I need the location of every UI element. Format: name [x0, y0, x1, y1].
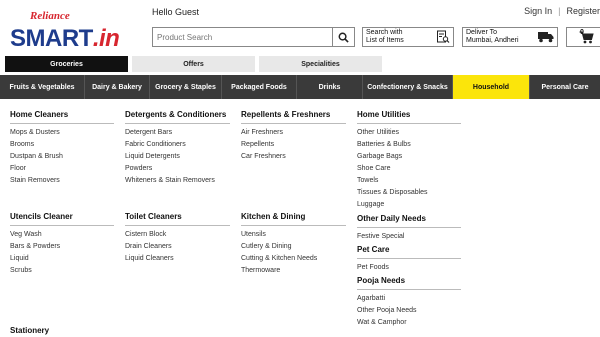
menu-item[interactable]: Towels — [357, 175, 461, 187]
menu-item[interactable]: Wat & Camphor — [357, 317, 461, 329]
menu-column-1: Home Cleaners Mops & Dusters Brooms Dust… — [10, 110, 114, 337]
menu-group-title[interactable]: Kitchen & Dining — [241, 212, 346, 226]
menu-item[interactable]: Luggage — [357, 199, 461, 211]
menu-group-title[interactable]: Detergents & Conditioners — [125, 110, 230, 124]
menu-group: Pooja Needs Agarbatti Other Pooja Needs … — [357, 276, 461, 329]
menu-item[interactable]: Dustpan & Brush — [10, 151, 114, 163]
tab-groceries[interactable]: Groceries — [5, 56, 128, 72]
menu-item[interactable]: Batteries & Bulbs — [357, 139, 461, 151]
menu-item[interactable]: Agarbatti — [357, 293, 461, 305]
reliance-smart-logo[interactable]: Reliance SMART.in — [10, 10, 125, 55]
menu-group: Repellents & Freshners Air Freshners Rep… — [241, 110, 346, 212]
register-link[interactable]: Register — [566, 6, 600, 16]
menu-column-2: Detergents & Conditioners Detergent Bars… — [125, 110, 230, 265]
search-button[interactable] — [332, 28, 354, 46]
menu-group-title[interactable]: Home Cleaners — [10, 110, 114, 124]
menu-group-title[interactable]: Utencils Cleaner — [10, 212, 114, 226]
menu-group: Detergents & Conditioners Detergent Bars… — [125, 110, 230, 212]
top-tabs: Groceries Offers Specialities — [5, 56, 382, 72]
sign-in-link[interactable]: Sign In — [524, 6, 552, 16]
link-separator: | — [558, 6, 561, 16]
delivery-location-button[interactable]: Deliver To Mumbai, Andheri — [462, 27, 558, 47]
menu-item[interactable]: Tissues & Disposables — [357, 187, 461, 199]
category-bar: Fruits & Vegetables Dairy & Bakery Groce… — [0, 75, 600, 99]
menu-item[interactable]: Mops & Dusters — [10, 127, 114, 139]
menu-group: Kitchen & Dining Utensils Cutlery & Dini… — [241, 212, 346, 277]
delivery-location-label: Deliver To Mumbai, Andheri — [466, 29, 519, 44]
category-personal-care[interactable]: Personal Care — [530, 75, 600, 99]
menu-group: Stationery — [10, 326, 114, 337]
menu-group-title[interactable]: Other Daily Needs — [357, 214, 461, 228]
greeting-text: Hello Guest — [152, 7, 200, 17]
menu-item[interactable]: Fabric Conditioners — [125, 139, 230, 151]
menu-group: Other Daily Needs Festive Special — [357, 214, 461, 243]
menu-item[interactable]: Festive Special — [357, 231, 461, 243]
menu-item[interactable]: Repellents — [241, 139, 346, 151]
menu-group: Toilet Cleaners Cistern Block Drain Clea… — [125, 212, 230, 265]
menu-item[interactable]: Garbage Bags — [357, 151, 461, 163]
delivery-truck-icon — [538, 32, 554, 43]
menu-item[interactable]: Bars & Powders — [10, 241, 114, 253]
category-household[interactable]: Household — [453, 75, 530, 99]
menu-item[interactable]: Other Utilities — [357, 127, 461, 139]
menu-item[interactable]: Other Pooja Needs — [357, 305, 461, 317]
logo-smart-text: SMART.in — [10, 25, 120, 52]
tab-specialities[interactable]: Specialities — [259, 56, 382, 72]
category-fruits-vegetables[interactable]: Fruits & Vegetables — [0, 75, 85, 99]
menu-column-4: Home Utilities Other Utilities Batteries… — [357, 110, 461, 329]
menu-item[interactable]: Utensils — [241, 229, 346, 241]
menu-item[interactable]: Liquid Cleaners — [125, 253, 230, 265]
household-mega-menu: Home Cleaners Mops & Dusters Brooms Dust… — [0, 100, 600, 337]
category-packaged-foods[interactable]: Packaged Foods — [222, 75, 297, 99]
menu-item[interactable]: Car Freshners — [241, 151, 346, 163]
category-confectionery-snacks[interactable]: Confectionery & Snacks — [363, 75, 453, 99]
menu-group-title[interactable]: Repellents & Freshners — [241, 110, 346, 124]
search-bar — [152, 27, 355, 47]
menu-item[interactable]: Air Freshners — [241, 127, 346, 139]
account-links: Sign In | Register — [524, 6, 600, 16]
menu-item[interactable]: Floor — [10, 163, 114, 175]
search-icon — [338, 32, 349, 43]
cart-button[interactable]: 0 — [566, 27, 600, 47]
search-input[interactable] — [153, 28, 332, 46]
menu-item[interactable]: Cutlery & Dining — [241, 241, 346, 253]
menu-item[interactable]: Detergent Bars — [125, 127, 230, 139]
menu-group: Pet Care Pet Foods — [357, 245, 461, 274]
menu-item[interactable]: Liquid Detergents — [125, 151, 230, 163]
menu-item[interactable]: Brooms — [10, 139, 114, 151]
menu-item[interactable]: Veg Wash — [10, 229, 114, 241]
menu-group-title[interactable]: Stationery — [10, 326, 114, 337]
menu-group-title[interactable]: Home Utilities — [357, 110, 461, 124]
menu-group-title[interactable]: Toilet Cleaners — [125, 212, 230, 226]
list-search-label: Search with List of Items — [366, 29, 404, 44]
menu-item[interactable]: Drain Cleaners — [125, 241, 230, 253]
menu-item[interactable]: Cutting & Kitchen Needs — [241, 253, 346, 265]
menu-item[interactable]: Liquid — [10, 253, 114, 265]
menu-group: Home Utilities Other Utilities Batteries… — [357, 110, 461, 211]
tab-offers[interactable]: Offers — [132, 56, 255, 72]
menu-group-title[interactable]: Pet Care — [357, 245, 461, 259]
menu-item[interactable]: Scrubs — [10, 265, 114, 277]
menu-item[interactable]: Whiteners & Stain Removers — [125, 175, 230, 187]
menu-item[interactable]: Cistern Block — [125, 229, 230, 241]
menu-group-title[interactable]: Pooja Needs — [357, 276, 461, 290]
menu-item[interactable]: Thermoware — [241, 265, 346, 277]
category-drinks[interactable]: Drinks — [297, 75, 363, 99]
menu-item[interactable]: Pet Foods — [357, 262, 461, 274]
menu-item[interactable]: Shoe Care — [357, 163, 461, 175]
list-search-icon — [437, 30, 450, 43]
menu-column-3: Repellents & Freshners Air Freshners Rep… — [241, 110, 346, 277]
category-grocery-staples[interactable]: Grocery & Staples — [150, 75, 222, 99]
menu-item[interactable]: Powders — [125, 163, 230, 175]
menu-group: Home Cleaners Mops & Dusters Brooms Dust… — [10, 110, 114, 212]
menu-item[interactable]: Stain Removers — [10, 175, 114, 187]
menu-group: Utencils Cleaner Veg Wash Bars & Powders… — [10, 212, 114, 326]
category-dairy-bakery[interactable]: Dairy & Bakery — [85, 75, 150, 99]
search-with-list-button[interactable]: Search with List of Items — [362, 27, 454, 47]
cart-count-badge: 0 — [580, 29, 584, 36]
logo-reliance-text: Reliance — [30, 10, 70, 22]
